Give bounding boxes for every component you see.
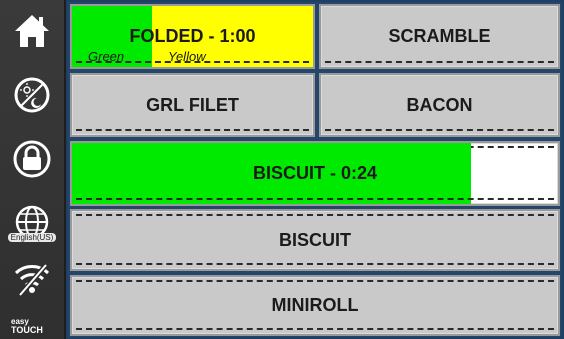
tile-biscuit-label: BISCUIT bbox=[279, 229, 351, 250]
brightness-button[interactable] bbox=[0, 70, 64, 120]
lock-icon bbox=[13, 140, 51, 178]
home-icon bbox=[15, 15, 49, 47]
lock-button[interactable] bbox=[0, 132, 64, 186]
tile-bacon[interactable]: BACON bbox=[319, 73, 560, 137]
wifi-button[interactable] bbox=[0, 256, 64, 302]
tile-miniroll-label: MINIROLL bbox=[271, 295, 359, 315]
brand-line-2: TOUCH bbox=[11, 325, 43, 335]
language-label: English(US) bbox=[7, 233, 57, 242]
language-button[interactable]: English(US) bbox=[0, 196, 64, 250]
tile-folded[interactable]: FOLDED - 1:00 Green Yellow bbox=[70, 4, 315, 69]
tile-scramble[interactable]: SCRAMBLE bbox=[319, 4, 560, 69]
tile-bacon-label: BACON bbox=[406, 94, 473, 115]
yellow-legend-label: Yellow bbox=[168, 49, 206, 64]
sidebar: English(US) easy TOUCH bbox=[0, 0, 66, 339]
day-night-icon bbox=[14, 77, 50, 113]
product-grid: FOLDED - 1:00 Green Yellow SCRAMBLE GRL … bbox=[68, 2, 562, 337]
tile-scramble-label: SCRAMBLE bbox=[388, 26, 491, 46]
tile-folded-label: FOLDED - 1:00 bbox=[129, 26, 256, 46]
tile-grl-filet[interactable]: GRL FILET bbox=[70, 73, 315, 137]
tile-biscuit[interactable]: BISCUIT bbox=[70, 209, 560, 271]
home-button[interactable] bbox=[0, 6, 64, 56]
tile-grl-filet-label: GRL FILET bbox=[146, 94, 239, 115]
tile-miniroll[interactable]: MINIROLL bbox=[70, 275, 560, 336]
tile-biscuit-timer-label: BISCUIT - 0:24 bbox=[252, 163, 378, 183]
tile-biscuit-timer[interactable]: BISCUIT - 0:24 bbox=[70, 141, 560, 206]
wifi-off-icon bbox=[14, 263, 50, 297]
easytouch-logo: easy TOUCH bbox=[0, 317, 64, 335]
green-legend-label: Green bbox=[88, 49, 125, 64]
